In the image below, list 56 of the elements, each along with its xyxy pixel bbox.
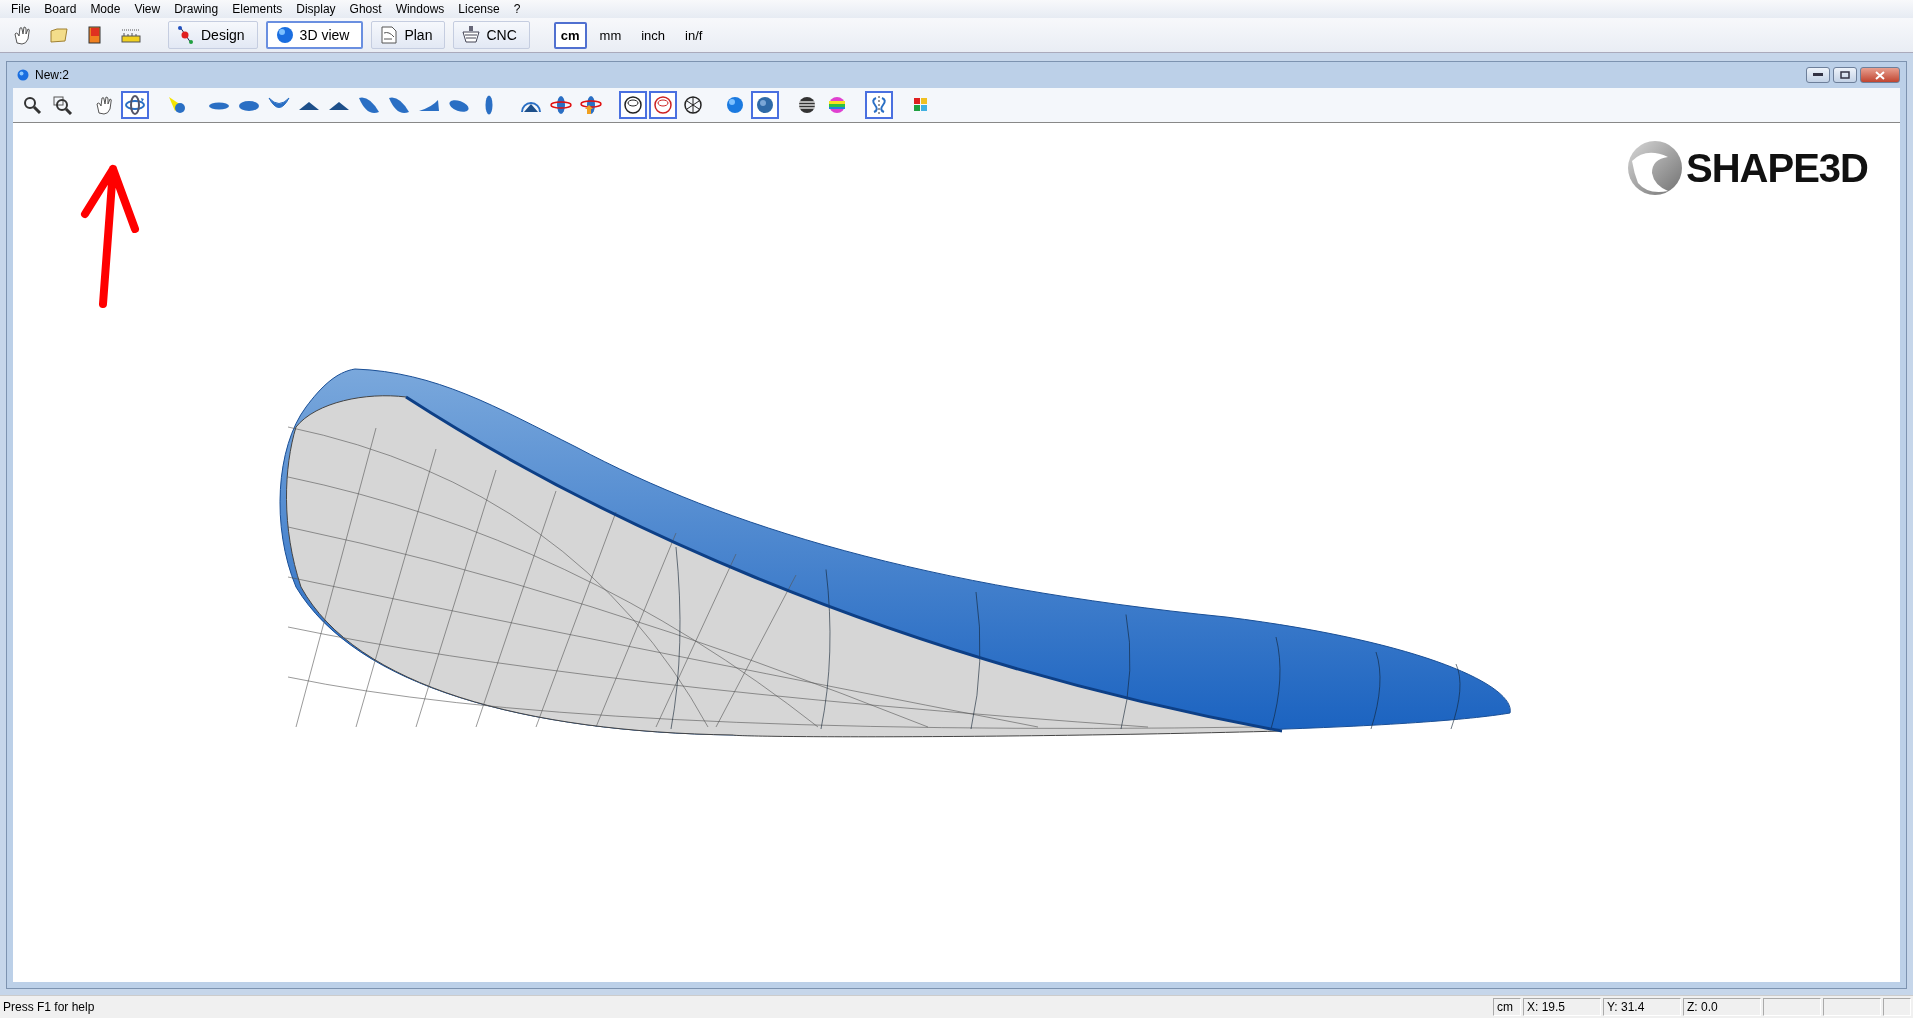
restore-icon: [1840, 71, 1850, 79]
unit-button[interactable]: mm: [592, 21, 629, 49]
window-title: New:2: [35, 68, 69, 82]
wireframe-ball-icon: [682, 95, 704, 115]
mode-button[interactable]: 3D view: [265, 21, 364, 49]
status-pane: [1763, 998, 1821, 1016]
mode-button[interactable]: Design: [168, 21, 258, 49]
sphere-icon: [724, 95, 746, 115]
menu-item[interactable]: File: [4, 2, 38, 16]
status-pane: X: 19.5: [1523, 998, 1601, 1016]
mode-button[interactable]: Plan: [371, 21, 446, 49]
status-help-text: Press F1 for help: [2, 1000, 96, 1014]
unit-button[interactable]: inch: [634, 21, 673, 49]
unit-button[interactable]: in/f: [678, 21, 710, 49]
menu-item[interactable]: ?: [506, 2, 528, 16]
leaf-icon: [388, 95, 410, 115]
menu-item[interactable]: Drawing: [167, 2, 226, 16]
wave-logo-icon: [1626, 139, 1685, 197]
menu-item[interactable]: Mode: [83, 2, 128, 16]
rotate-arrow-icon: [580, 95, 602, 115]
menu-item[interactable]: Board: [37, 2, 84, 16]
orbit-icon: [124, 95, 146, 115]
folder-icon: [48, 25, 70, 45]
leaf-icon: [358, 95, 380, 115]
restore-button[interactable]: [1833, 67, 1857, 83]
search-icon: [22, 95, 44, 115]
close-button[interactable]: [1860, 67, 1900, 83]
rainbow-sphere-icon: [826, 95, 848, 115]
cnc-machine-icon: [460, 25, 483, 45]
status-pane: [1883, 998, 1911, 1016]
status-pane: Z: 0.0: [1683, 998, 1761, 1016]
mode-button[interactable]: CNC: [453, 21, 530, 49]
striped-sphere-icon: [796, 95, 818, 115]
rotate-ring-icon: [550, 95, 572, 115]
menu-item[interactable]: Display: [289, 2, 343, 16]
status-pane: cm: [1493, 998, 1521, 1016]
close-icon: [1875, 70, 1885, 80]
minimize-button[interactable]: [1806, 67, 1830, 83]
status-pane: Y: 31.4: [1603, 998, 1681, 1016]
tool-button[interactable]: [121, 91, 149, 119]
globe-icon: [17, 69, 29, 81]
textured-sphere-icon: [754, 95, 776, 115]
rings-icon: [622, 95, 644, 115]
menu-item[interactable]: License: [451, 2, 507, 16]
menu-item[interactable]: Windows: [388, 2, 452, 16]
zoom-window-icon: [52, 95, 74, 115]
menu-item[interactable]: View: [127, 2, 168, 16]
logo-text: SHAPE3D: [1686, 145, 1868, 191]
minimize-icon: [1813, 73, 1823, 77]
unit-button[interactable]: cm: [553, 21, 587, 49]
tool-button[interactable]: [619, 91, 647, 119]
status-pane: [1823, 998, 1881, 1016]
lightbulb-sphere-icon: [166, 95, 188, 115]
menu-item[interactable]: Ghost: [342, 2, 389, 16]
menu-item[interactable]: Elements: [225, 2, 290, 16]
rings-icon: [652, 95, 674, 115]
